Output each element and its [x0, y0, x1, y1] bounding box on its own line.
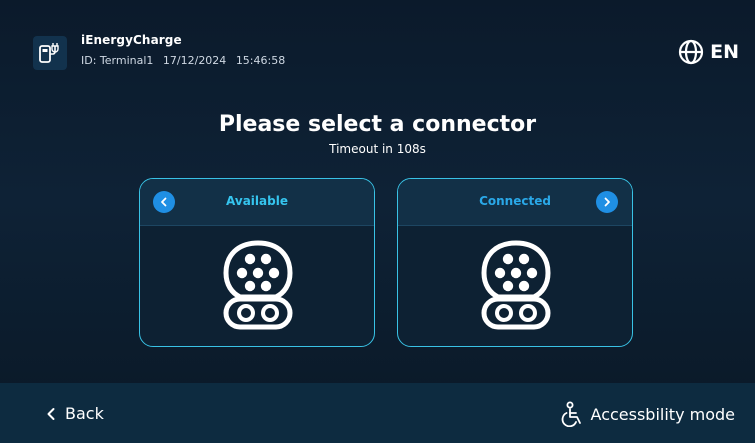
globe-icon [679, 39, 704, 65]
chevron-left-icon [47, 407, 55, 420]
connector-card-1[interactable]: Available [139, 178, 375, 347]
time-text: 15:46:58 [235, 54, 286, 67]
accessibility-label: Accessbility mode [590, 404, 735, 424]
footer-bar: Back Accessbility mode [0, 383, 755, 443]
back-button[interactable]: Back [45, 404, 104, 423]
accessibility-mode-button[interactable]: Accessbility mode [559, 401, 735, 427]
terminal-id: ID: Terminal1 [81, 54, 154, 67]
timeout-text: Timeout in 108s [329, 142, 426, 156]
terminal-info: ID: Terminal1 17/12/2024 15:46:58 [81, 54, 291, 67]
connector-card-2[interactable]: Connected [397, 178, 633, 347]
wheelchair-icon [561, 401, 581, 427]
connector-card-header: Available [140, 179, 374, 226]
connector-status: Available [226, 194, 288, 208]
page-title: Please select a connector [218, 112, 537, 137]
language-selector[interactable]: EN [678, 38, 739, 66]
app-name: iEnergyCharge [81, 33, 182, 47]
charger-logo-icon [33, 36, 67, 70]
chevron-right-icon[interactable] [596, 191, 618, 213]
connector-card-header: Connected [398, 179, 632, 226]
language-code: EN [710, 41, 739, 63]
ccs-connector-icon [481, 240, 551, 330]
ccs-connector-icon [223, 240, 293, 330]
header-bar: iEnergyCharge ID: Terminal1 17/12/2024 1… [0, 0, 755, 86]
date-text: 17/12/2024 [162, 54, 227, 67]
back-label: Back [65, 404, 104, 423]
